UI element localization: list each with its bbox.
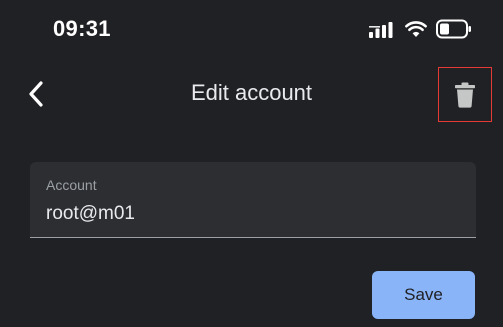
battery-icon — [436, 19, 471, 39]
status-time: 09:31 — [53, 16, 111, 41]
account-field-label: Account — [46, 177, 97, 193]
account-field[interactable]: Account — [30, 162, 476, 238]
account-input[interactable] — [46, 203, 446, 225]
signal-icon — [369, 22, 393, 38]
app-bar: Edit account — [0, 62, 503, 124]
edit-account-screen: 09:31 Edit account Account root@m01 Save — [0, 0, 503, 327]
delete-account-button[interactable] — [438, 67, 492, 122]
wifi-icon — [405, 21, 427, 37]
status-bar: 09:31 — [0, 0, 503, 60]
save-button[interactable]: Save — [372, 271, 475, 319]
page-title: Edit account — [190, 80, 313, 105]
trash-icon — [455, 82, 475, 108]
